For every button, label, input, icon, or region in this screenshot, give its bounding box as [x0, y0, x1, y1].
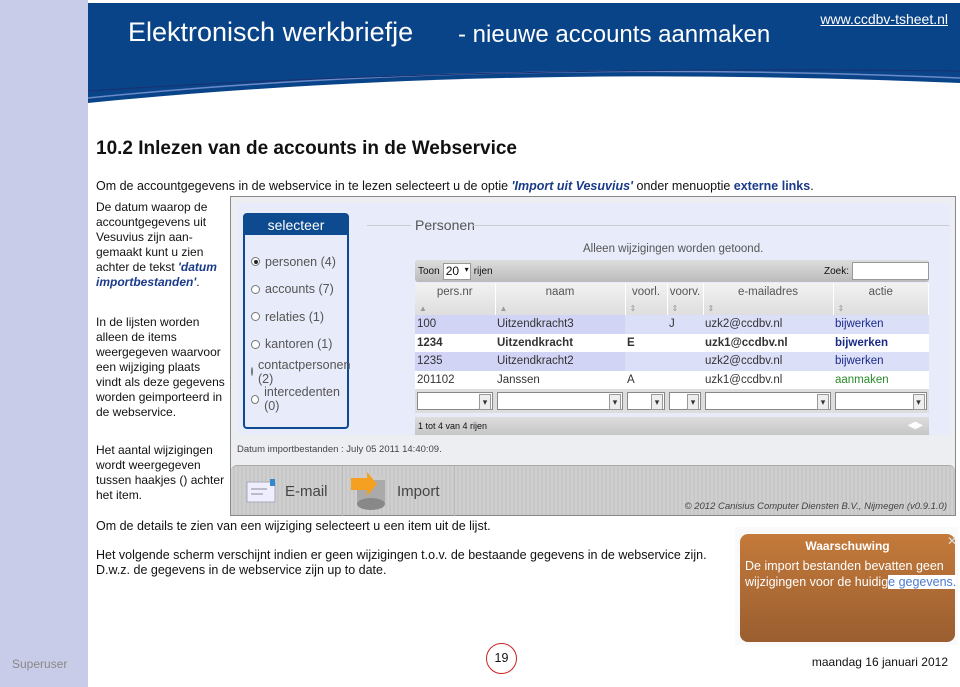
select-panel: selecteer personen (4) accounts (7) rela… [243, 213, 350, 429]
left-stripe [0, 0, 88, 687]
search-input[interactable] [852, 262, 929, 280]
side-note-count: Het aantal wijzigingen wordt weergegeven… [96, 443, 225, 502]
option-accounts[interactable]: accounts (7) [245, 276, 347, 304]
table-row[interactable]: 1234 Uitzendkracht Euzk1@ccdbv.nl bijwerken [415, 333, 929, 352]
filter-select[interactable] [835, 392, 927, 410]
action-link[interactable]: bijwerken [833, 315, 929, 334]
section-title: Personen [415, 217, 475, 233]
footer-user: Superuser [12, 657, 68, 671]
close-icon[interactable]: ✕ [947, 534, 957, 548]
action-link[interactable]: bijwerken [833, 333, 929, 352]
header-subtitle: - nieuwe accounts aanmaken [458, 21, 771, 48]
table-row[interactable]: 201102 Janssen Auzk1@ccdbv.nl aanmaken [415, 370, 929, 389]
page-number: 19 [486, 643, 517, 674]
section-heading: 10.2 Inlezen van de accounts in de Webse… [96, 138, 517, 159]
table-row[interactable]: 100 Uitzendkracht3 Juzk2@ccdbv.nl bijwerken [415, 315, 929, 334]
radio-icon [251, 312, 260, 322]
import-button[interactable]: Import [343, 466, 455, 516]
show-label: Toon [418, 265, 440, 277]
import-date: Datum importbestanden : July 05 2011 14:… [237, 444, 442, 455]
col-voorl[interactable]: voorl. ⇕ [625, 283, 668, 315]
option-kantoren[interactable]: kantoren (1) [245, 331, 347, 359]
filter-select[interactable] [627, 392, 665, 410]
import-database-icon [351, 472, 385, 510]
email-button[interactable]: E-mail [237, 466, 343, 516]
filter-select[interactable] [417, 392, 493, 410]
radio-icon [251, 394, 260, 404]
search-label: Zoek: [823, 265, 849, 277]
rows-per-page-select[interactable]: 20 ▾ [442, 262, 471, 280]
intro-text: Om de accountgegevens in de webservice i… [96, 179, 814, 193]
col-voorv[interactable]: voorv. ⇕ [667, 283, 704, 315]
bottom-toolbar: E-mail Import © 2012 Canisius Computer D… [231, 465, 955, 516]
col-persnr[interactable]: pers.nr ▲ [415, 283, 496, 315]
filter-select[interactable] [497, 392, 623, 410]
col-actie[interactable]: actie ⇕ [833, 283, 929, 315]
rows-label: rijen [473, 265, 493, 277]
col-naam[interactable]: naam ▲ [495, 283, 626, 315]
filter-select[interactable] [705, 392, 831, 410]
side-note-date: De datum waarop de accountgegevens uit V… [96, 200, 217, 289]
option-relaties[interactable]: relaties (1) [245, 303, 347, 331]
footer-date: maandag 16 januari 2012 [811, 655, 948, 669]
warning-title: Waarschuwing [805, 539, 890, 553]
uptodate-text: D.w.z. de gegevens in de webservice zijn… [96, 563, 387, 577]
side-note-lists: In de lijsten worden alleen de items wee… [96, 315, 225, 419]
option-contactpersonen[interactable]: contactpersonen (2) [245, 358, 350, 386]
table-row[interactable]: 1235 Uitzendkracht2 uzk2@ccdbv.nl bijwerken [415, 352, 929, 371]
col-email[interactable]: e-mailadres ⇕ [703, 283, 834, 315]
radio-icon [251, 284, 260, 294]
radio-icon [251, 367, 253, 377]
paging-info: 1 tot 4 van 4 rijen [418, 421, 488, 431]
details-text: Om de details te zien van een wijziging … [96, 519, 491, 533]
action-link[interactable]: aanmaken [833, 370, 929, 389]
select-title: selecteer [245, 215, 347, 235]
option-personen[interactable]: personen (4) [245, 248, 347, 276]
header-title: Elektronisch werkbriefje [128, 17, 414, 47]
copyright: © 2012 Canisius Computer Diensten B.V., … [684, 501, 947, 512]
warning-message: De import bestanden bevatten geen wijzig… [745, 559, 957, 589]
no-changes-text: Het volgende scherm verschijnt indien er… [96, 548, 707, 562]
notice: Alleen wijzigingen worden getoond. [583, 243, 764, 255]
warning-dialog: Waarschuwing ✕ De import bestanden bevat… [735, 527, 958, 645]
radio-icon [251, 257, 260, 267]
filter-select[interactable] [669, 392, 701, 410]
header-banner: Elektronisch werkbriefje - nieuwe accoun… [88, 3, 960, 108]
pagination-buttons[interactable]: ◀▶ [908, 420, 923, 431]
radio-icon [251, 339, 260, 349]
table-footer: 1 tot 4 van 4 rijen ◀▶ [415, 417, 929, 435]
option-intercedenten[interactable]: intercedenten (0) [245, 385, 347, 413]
personen-table: pers.nr ▲ naam ▲ voorl. ⇕ voorv. ⇕ e-mailadr… [415, 283, 929, 413]
app-screenshot: selecteer personen (4) accounts (7) rela… [230, 196, 956, 516]
header-url[interactable]: www.ccdbv-tsheet.nl [820, 11, 948, 27]
action-link[interactable]: bijwerken [833, 352, 929, 371]
email-icon [246, 479, 276, 503]
table-toolbar: Toon 20 ▾ rijen Zoek: [415, 260, 929, 282]
